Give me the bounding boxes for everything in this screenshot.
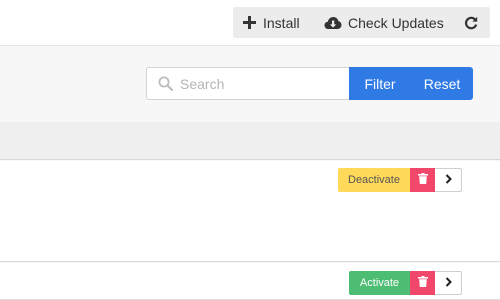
table-row: Deactivate bbox=[0, 161, 500, 262]
check-updates-label: Check Updates bbox=[348, 14, 444, 31]
chevron-right-icon bbox=[445, 274, 452, 292]
refresh-button[interactable] bbox=[452, 7, 490, 38]
row-actions: Activate bbox=[349, 271, 462, 295]
trash-icon bbox=[417, 171, 428, 189]
filter-button[interactable]: Filter bbox=[349, 67, 411, 100]
expand-button[interactable] bbox=[435, 271, 462, 295]
trash-icon bbox=[417, 274, 428, 292]
page-header: Install Check Updates bbox=[0, 0, 500, 46]
delete-button[interactable] bbox=[410, 271, 435, 295]
expand-button[interactable] bbox=[435, 168, 462, 192]
check-updates-button[interactable]: Check Updates bbox=[322, 7, 452, 38]
filter-button-group: Filter Reset bbox=[349, 67, 473, 100]
search-field bbox=[146, 67, 350, 100]
search-icon bbox=[151, 76, 179, 91]
cloud-download-icon bbox=[324, 16, 348, 30]
chevron-right-icon bbox=[445, 171, 452, 189]
search-input[interactable] bbox=[180, 75, 340, 92]
plus-icon bbox=[243, 16, 263, 29]
row-actions: Deactivate bbox=[338, 168, 462, 192]
refresh-icon bbox=[464, 16, 478, 30]
delete-button[interactable] bbox=[410, 168, 435, 192]
install-label: Install bbox=[263, 14, 300, 31]
table-header bbox=[0, 122, 500, 160]
deactivate-button[interactable]: Deactivate bbox=[338, 168, 410, 192]
reset-button[interactable]: Reset bbox=[411, 67, 473, 100]
table-row: Activate bbox=[0, 263, 500, 300]
install-button[interactable]: Install bbox=[233, 7, 322, 38]
activate-button[interactable]: Activate bbox=[349, 271, 410, 295]
header-toolbar: Install Check Updates bbox=[233, 7, 490, 38]
